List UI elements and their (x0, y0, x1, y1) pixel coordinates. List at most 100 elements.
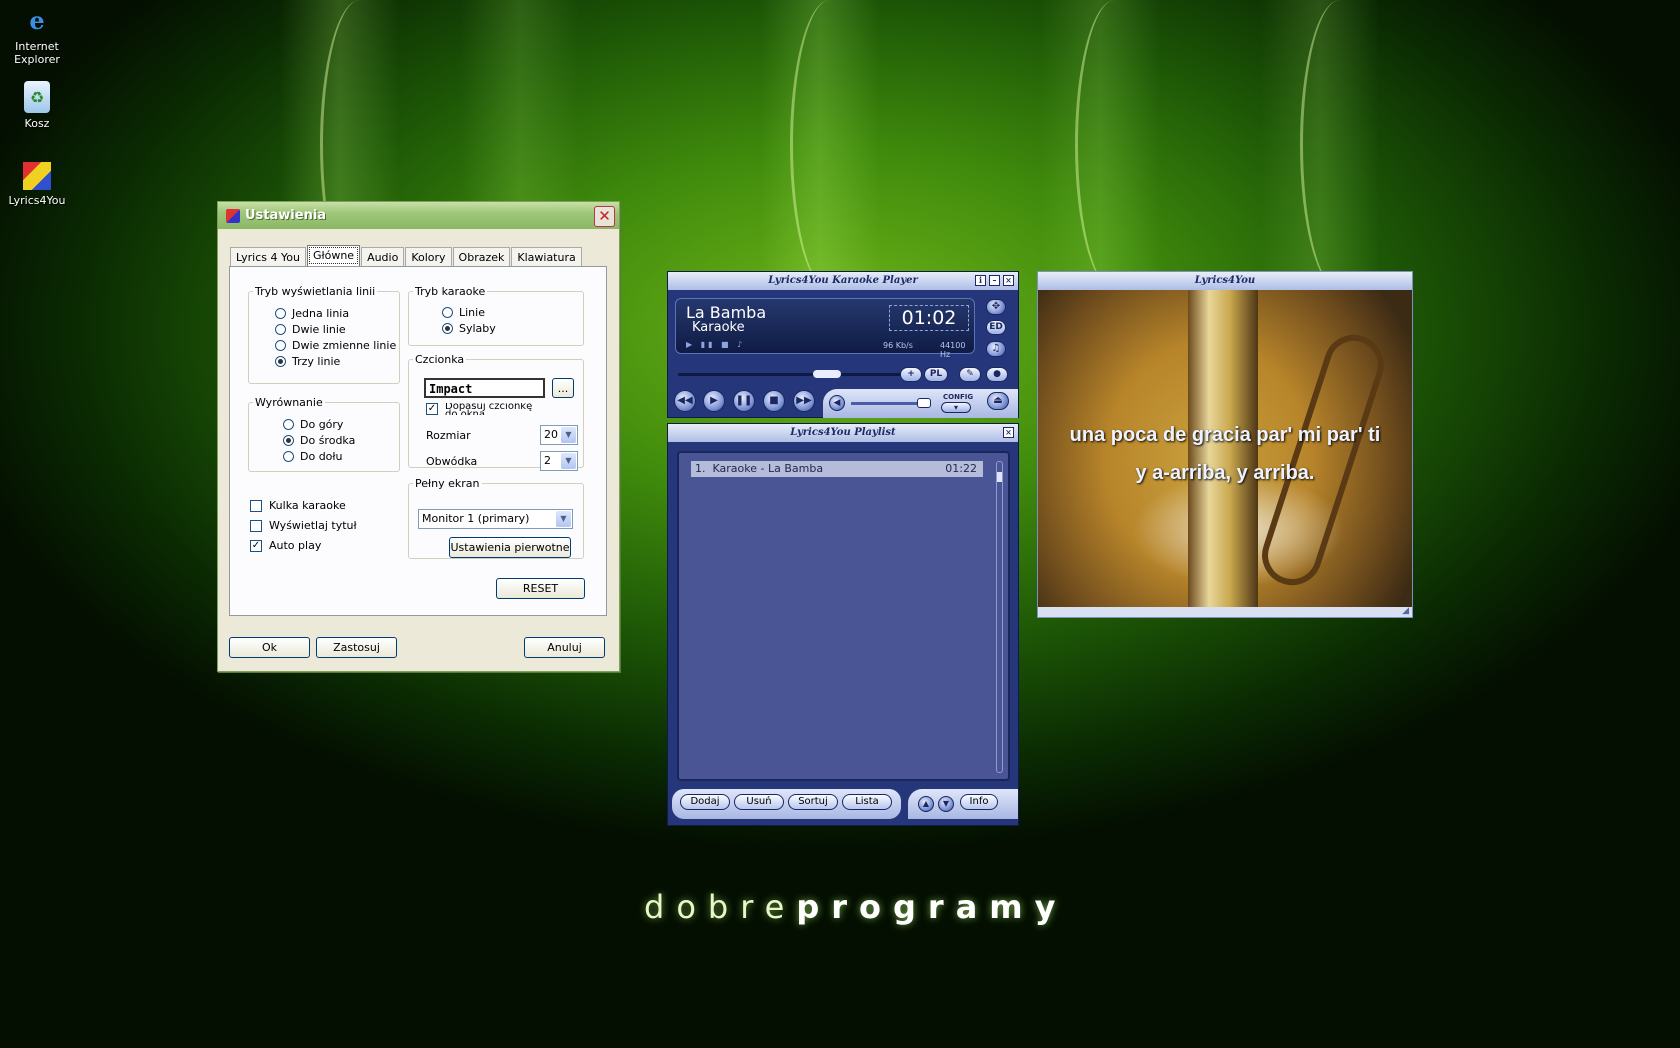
font-name-field[interactable]: Impact (424, 378, 545, 398)
playlist-window: Lyrics4You Playlist × 1. Karaoke - La Ba… (667, 423, 1019, 826)
remove-track-button[interactable]: Usuń (734, 794, 784, 810)
radio-do-srodka[interactable]: Do środka (283, 434, 355, 447)
config-button[interactable]: ▾ (941, 402, 971, 413)
kulka-karaoke-checkbox[interactable]: Kulka karaoke (250, 499, 346, 512)
font-size-label: Rozmiar (426, 429, 471, 442)
add-track-button[interactable]: Dodaj (680, 794, 730, 810)
tab-klawiatura[interactable]: Klawiatura (511, 247, 582, 266)
karaoke-background-image: una poca de gracia par' mi par' ti y a-a… (1038, 290, 1412, 607)
add-button[interactable]: + (900, 367, 922, 382)
guitar-shape (1254, 327, 1392, 593)
play-icon: ▶ (710, 395, 718, 406)
song-subtitle: Karaoke (692, 320, 745, 335)
default-settings-button[interactable]: Ustawienia pierwotne (449, 537, 571, 558)
auto-play-checkbox[interactable]: ✓ Auto play (250, 539, 321, 552)
radio-do-gory[interactable]: Do góry (283, 418, 343, 431)
chevron-down-icon: ▼ (561, 427, 576, 443)
desktop-icon-recycle-bin[interactable]: ♻ Kosz (0, 81, 74, 130)
close-icon[interactable]: × (1003, 427, 1014, 438)
close-icon[interactable]: × (1003, 275, 1014, 286)
radio-trzy-linie[interactable]: Trzy linie (275, 355, 340, 368)
desktop-icon-lyrics4you[interactable]: Lyrics4You (0, 162, 74, 207)
radio-do-dolu[interactable]: Do dołu (283, 450, 343, 463)
playlist-item[interactable]: 1. Karaoke - La Bamba 01:22 (691, 461, 983, 477)
font-browse-button[interactable]: ... (552, 378, 574, 398)
seek-thumb[interactable] (813, 370, 841, 378)
fit-font-checkbox[interactable]: ✓ Dopasuj czcionkę do okna (426, 403, 540, 415)
list-button[interactable]: Lista (842, 794, 892, 810)
playlist-scrollbar[interactable] (996, 461, 1003, 773)
settings-titlebar[interactable]: Ustawienia (218, 202, 619, 229)
seek-bar[interactable] (678, 370, 908, 378)
stop-button[interactable]: ■ (763, 390, 785, 412)
chevron-down-icon: ▼ (561, 453, 576, 469)
playlist-nav-bar: ▲ ▼ Info (908, 789, 1018, 819)
tab-lyrics-4-you[interactable]: Lyrics 4 You (230, 247, 306, 266)
outline-label: Obwódka (426, 455, 478, 468)
player-titlebar[interactable]: Lyrics4You Karaoke Player i – × (668, 272, 1018, 290)
scroll-thumb[interactable] (997, 472, 1002, 482)
radio-linie[interactable]: Linie (442, 306, 485, 319)
chevron-down-icon: ▼ (556, 511, 571, 527)
forward-button[interactable]: ▶▶ (793, 390, 815, 412)
tab-obrazek[interactable]: Obrazek (452, 247, 511, 266)
settings-dialog: Ustawienia ✕ Lyrics 4 You Główne Audio K… (217, 201, 620, 672)
info-button[interactable]: Info (960, 794, 998, 810)
show-title-checkbox[interactable]: Wyświetlaj tytuł (250, 519, 357, 532)
move-up-icon[interactable]: ▲ (918, 796, 934, 812)
ok-button[interactable]: Ok (229, 637, 310, 658)
check-icon: ✓ (250, 539, 262, 552)
desktop-icon-label: Kosz (24, 117, 50, 130)
sort-button[interactable]: Sortuj (788, 794, 838, 810)
tab-audio[interactable]: Audio (361, 247, 405, 266)
tab-glowne[interactable]: Główne (306, 245, 361, 266)
move-down-icon[interactable]: ▼ (938, 796, 954, 812)
play-button[interactable]: ▶ (703, 390, 725, 412)
background-swirl (790, 0, 870, 290)
video-titlebar[interactable]: Lyrics4You (1038, 272, 1412, 290)
pause-button[interactable]: ❚❚ (733, 390, 755, 412)
tab-panel-glowne: Tryb wyświetlania linii Jedna linia Dwie… (229, 266, 607, 616)
pl-button[interactable]: PL (924, 367, 948, 382)
background-swirl (1300, 0, 1380, 290)
lyric-line-2: y a-arriba, y arriba. (1135, 462, 1315, 484)
desktop-icon-internet-explorer[interactable]: e Internet Explorer (0, 4, 74, 66)
font-size-select[interactable]: 20 ▼ (540, 425, 578, 445)
cancel-button[interactable]: Anuluj (524, 637, 605, 658)
volume-thumb[interactable] (917, 398, 931, 408)
radio-dwie-linie[interactable]: Dwie linie (275, 323, 346, 336)
time-display: 01:02 (889, 305, 969, 331)
volume-panel: ◀ CONFIG ▾ ⏏ (823, 389, 1018, 418)
playlist-area: 1. Karaoke - La Bamba 01:22 (677, 451, 1010, 781)
settings-title: Ustawienia (245, 208, 327, 223)
record-icon[interactable]: ● (986, 367, 1008, 382)
pin-icon[interactable]: ✎ (959, 367, 981, 382)
bitrate: 96 Kb/s (883, 341, 913, 350)
monitor-select[interactable]: Monitor 1 (primary) ▼ (418, 509, 573, 529)
minimize-icon[interactable]: – (989, 275, 1000, 286)
speaker-icon[interactable]: ◀ (829, 395, 845, 411)
move-icon[interactable]: ✥ (986, 299, 1006, 315)
background-swirl (1075, 0, 1155, 290)
player-menu-icon[interactable]: i (975, 275, 986, 286)
radio-jedna-linia[interactable]: Jedna linia (275, 307, 349, 320)
player-display: La Bamba Karaoke 01:02 ▶ ▮▮ ■ ♪ 96 Kb/s … (675, 298, 975, 359)
tab-kolory[interactable]: Kolory (405, 247, 452, 266)
music-note-icon[interactable]: ♫ (986, 341, 1006, 357)
radio-dwie-zmienne-linie[interactable]: Dwie zmienne linie (275, 339, 396, 352)
volume-slider[interactable] (851, 398, 931, 408)
desktop-icon-label: Lyrics4You (8, 194, 66, 207)
eject-icon[interactable]: ⏏ (987, 392, 1009, 410)
playlist-titlebar[interactable]: Lyrics4You Playlist × (668, 424, 1018, 442)
ed-button[interactable]: ED (986, 320, 1006, 335)
reset-button[interactable]: RESET (496, 578, 585, 599)
forward-icon: ▶▶ (796, 395, 812, 406)
rewind-button[interactable]: ◀◀ (674, 390, 696, 412)
resize-grip-icon[interactable]: ◢ (1402, 606, 1409, 616)
close-button[interactable]: ✕ (594, 206, 615, 227)
lyrics4you-app-icon (23, 162, 51, 190)
background-image-detail (1188, 290, 1258, 607)
apply-button[interactable]: Zastosuj (316, 637, 397, 658)
radio-sylaby[interactable]: Sylaby (442, 322, 496, 335)
outline-select[interactable]: 2 ▼ (540, 451, 578, 471)
